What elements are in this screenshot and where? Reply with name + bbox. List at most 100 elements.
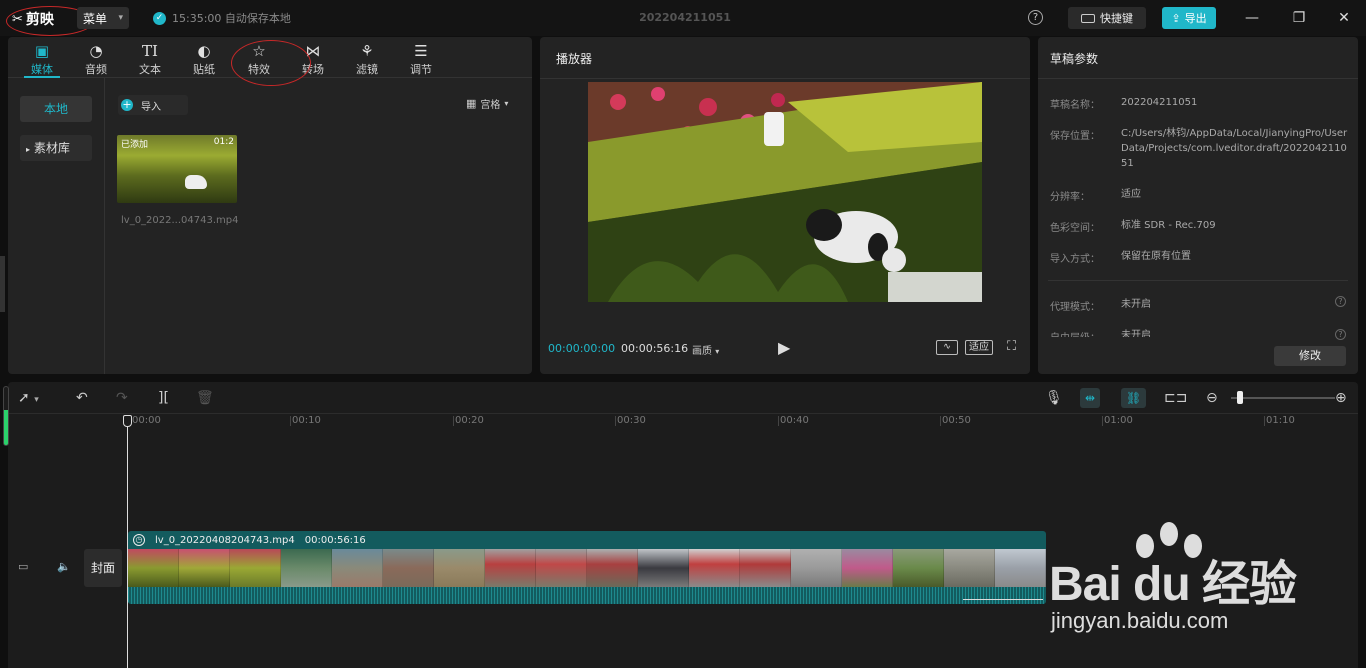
cover-button[interactable]: 封面 [84,549,122,587]
delete-icon[interactable]: 🗑 [196,388,214,408]
clip-filmstrip [128,549,1046,587]
timeline-toolbar: ➚ ▾ ↶ ↷ ][ 🗑 🎙 ⇹ ⛓ ⊏⊐ ⊖ ⊕ [8,382,1358,414]
divider [1038,78,1358,79]
play-icon[interactable]: ▶ [778,338,790,357]
tab-text[interactable]: TI 文本 [125,41,175,77]
filmstrip-frame [230,549,281,587]
edit-button[interactable]: 修改 [1274,346,1346,366]
menu-button[interactable]: 菜单 ▾ [77,7,129,29]
ratio-button[interactable]: 适应 [965,340,993,355]
tab-label: 音频 [85,63,107,76]
view-mode-label: 宫格 [480,100,501,111]
minimize-icon[interactable]: — [1242,8,1262,28]
maximize-icon[interactable]: ❐ [1289,8,1309,28]
param-value: C:/Users/林钧/AppData/Local/JianyingPro/Us… [1121,128,1348,169]
timeline-ruler[interactable]: 00:00 00:10 00:20 00:30 00:40 00:50 01:0… [8,414,1358,430]
param-label: 草稿名称： [1050,100,1100,111]
redo-icon[interactable]: ↷ [116,388,128,408]
media-clip-thumbnail[interactable]: 已添加 01:2 [117,135,237,203]
zoom-in-icon[interactable]: ⊕ [1335,388,1347,408]
timeline-clip[interactable]: ◷ lv_0_20220408204743.mp4 00:00:56:16 [128,531,1046,604]
split-icon[interactable]: ][ [158,388,169,408]
filmstrip-frame [689,549,740,587]
volume-icon[interactable]: 🔈 [57,560,71,573]
audio-icon: ◔ [89,42,103,60]
filmstrip-frame [893,549,944,587]
param-value: 202204211051 [1121,97,1198,108]
ruler-tick-label: 00:10 [292,415,321,426]
chevron-right-icon: ▸ [26,145,31,154]
player-panel: 播放器 00:00:00:00 00:00:56:16 画质 ▾ ▶ ∿ 适应 … [540,37,1030,374]
volume-line[interactable] [963,599,1043,600]
import-button[interactable]: + 导入 [118,95,188,115]
shortcut-button[interactable]: 快捷键 [1068,7,1146,29]
sticker-icon: ◐ [197,42,211,60]
param-value: 保留在原有位置 [1121,251,1191,262]
filmstrip-frame [587,549,638,587]
tab-label: 文本 [139,63,161,76]
added-badge: 已添加 [121,140,149,150]
tab-adjust[interactable]: ☰ 调节 [396,41,446,77]
ruler-tick-label: 00:40 [780,415,809,426]
import-label: 导入 [141,101,161,113]
grid-icon: ▦ [466,97,477,110]
playhead-line[interactable] [127,416,128,668]
tab-audio[interactable]: ◔ 音频 [71,41,121,77]
autosave-text: 15:35:00 自动保存本地 [172,12,291,25]
video-preview[interactable] [588,82,982,302]
link-icon[interactable]: ⛓ [1121,388,1147,408]
thumbnail-panda [185,175,207,189]
tab-sticker[interactable]: ◐ 贴纸 [179,41,229,77]
filmstrip-frame [281,549,332,587]
nav-library-label: 素材库 [33,141,70,155]
zoom-slider[interactable] [1231,397,1335,399]
nav-local[interactable]: 本地 [20,96,92,122]
help-icon[interactable]: ? [1335,329,1346,340]
filmstrip-frame [944,549,995,587]
auto-snap-icon[interactable]: ⇹ [1080,388,1101,408]
fullscreen-icon[interactable]: ⛶ [1007,339,1016,354]
autosave-status: ✓ 15:35:00 自动保存本地 [153,10,291,26]
audio-waveform [128,587,1046,604]
export-label: 导出 [1184,12,1207,25]
preview-axis-icon[interactable]: ⊏⊐ [1164,388,1187,408]
ruler-tick [290,416,291,426]
project-title: 202204211051 [639,11,731,24]
waveform-icon[interactable]: ∿ [936,340,958,355]
help-icon[interactable]: ? [1028,10,1043,25]
divider [540,78,1030,79]
zoom-out-icon[interactable]: ⊖ [1206,388,1218,408]
param-label: 代理模式： [1050,302,1100,313]
ruler-tick-label: 01:00 [1104,415,1133,426]
ruler-tick [615,416,616,426]
quality-dropdown[interactable]: 画质 ▾ [692,342,719,357]
filmstrip-frame [332,549,383,587]
param-label: 保存位置： [1050,131,1100,142]
view-mode-dropdown[interactable]: ▦ 宫格 ▾ [466,96,508,111]
param-value: 适应 [1121,189,1141,200]
ruler-tick-label: 00:30 [617,415,646,426]
param-value: 未开启 [1121,330,1151,337]
param-label: 色彩空间： [1050,223,1100,234]
playhead-handle[interactable] [123,415,132,427]
filmstrip-frame [179,549,230,587]
media-side-nav: 本地 ▸ 素材库 [8,78,105,374]
nav-library[interactable]: ▸ 素材库 [20,135,92,161]
select-tool-icon[interactable]: ➚ ▾ [18,388,39,408]
help-icon[interactable]: ? [1335,296,1346,307]
tab-media[interactable]: ▣ 媒体 [17,41,67,77]
close-icon[interactable]: ✕ [1334,8,1354,28]
tab-label: 贴纸 [193,63,215,76]
tab-label: 滤镜 [356,63,378,76]
ruler-tick [778,416,779,426]
tab-filter[interactable]: ⚘ 滤镜 [342,41,392,77]
undo-icon[interactable]: ↶ [76,388,88,408]
filmstrip-frame [842,549,893,587]
param-value: 标准 SDR - Rec.709 [1121,220,1216,231]
video-track-icon[interactable]: ▭ [18,560,28,573]
export-button[interactable]: ⇪ 导出 [1162,7,1216,29]
panel-resize-handle[interactable] [0,256,5,312]
ruler-tick [1264,416,1265,426]
microphone-icon[interactable]: 🎙 [1045,388,1063,408]
zoom-slider-handle[interactable] [1237,391,1243,404]
